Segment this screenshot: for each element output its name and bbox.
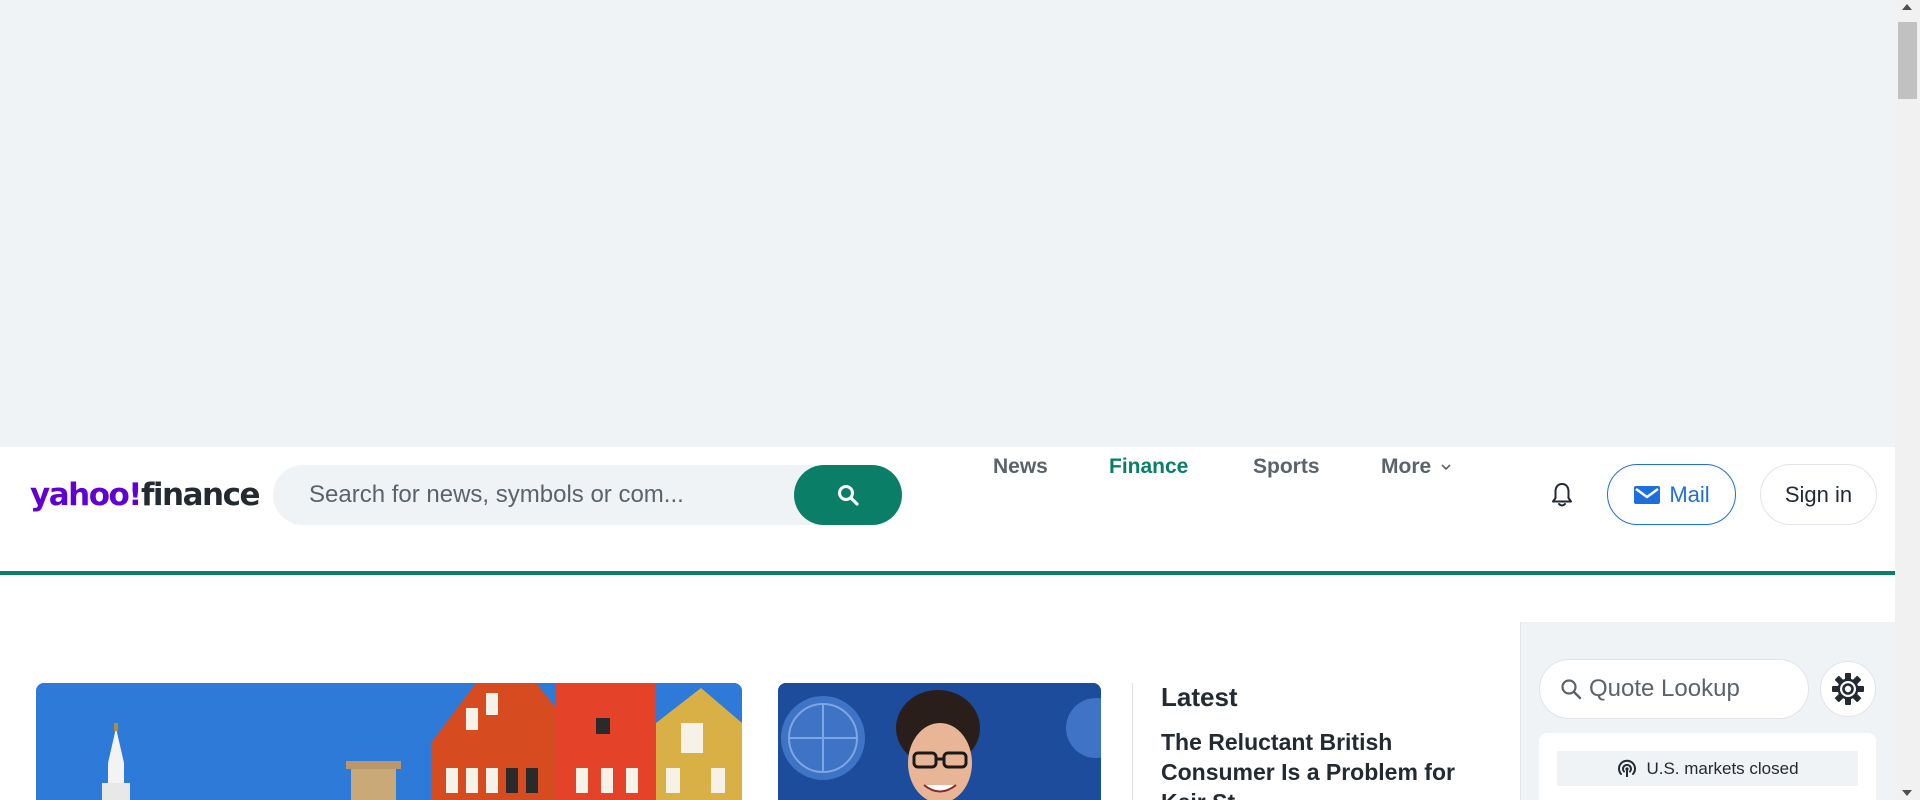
chevron-down-icon bbox=[1441, 464, 1451, 471]
scroll-down-arrow[interactable] bbox=[1902, 790, 1912, 796]
nav-sports[interactable]: Sports bbox=[1253, 447, 1320, 487]
site-header: yahoo!finance News Finance Sports More M… bbox=[0, 447, 1895, 542]
hero-story-image[interactable] bbox=[36, 683, 742, 800]
yahoo-finance-logo[interactable]: yahoo!finance bbox=[30, 476, 261, 514]
story-photo-portrait bbox=[778, 683, 1101, 800]
broadcast-icon bbox=[1618, 759, 1637, 777]
gear-icon bbox=[1832, 673, 1864, 705]
market-status-banner: U.S. markets closed bbox=[1557, 751, 1858, 786]
sign-in-label: Sign in bbox=[1784, 481, 1853, 507]
nav-finance[interactable]: Finance bbox=[1109, 447, 1188, 487]
quote-lookup-input[interactable] bbox=[1540, 660, 1808, 718]
scrollbar-thumb[interactable] bbox=[1898, 22, 1917, 99]
market-status-text: U.S. markets closed bbox=[1646, 758, 1799, 778]
nav-more-label: More bbox=[1381, 455, 1432, 478]
nav-news[interactable]: News bbox=[993, 447, 1048, 487]
column-divider bbox=[1132, 683, 1133, 800]
search-box bbox=[273, 465, 902, 525]
logo-yahoo-text: yahoo! bbox=[30, 477, 142, 513]
header-divider bbox=[0, 571, 1895, 575]
search-button[interactable] bbox=[794, 465, 902, 525]
notifications-button[interactable] bbox=[1546, 477, 1578, 513]
search-icon bbox=[838, 485, 859, 506]
bell-icon bbox=[1552, 483, 1572, 507]
mail-button[interactable]: Mail bbox=[1607, 464, 1736, 525]
mail-icon bbox=[1634, 485, 1661, 504]
latest-story-link[interactable]: The Reluctant British Consumer Is a Prob… bbox=[1161, 727, 1481, 800]
logo-finance-text: finance bbox=[140, 477, 261, 513]
settings-button[interactable] bbox=[1820, 661, 1876, 717]
page-scrollbar[interactable] bbox=[1895, 0, 1920, 800]
story-photo-buildings bbox=[36, 683, 742, 800]
sign-in-button[interactable]: Sign in bbox=[1760, 464, 1877, 525]
latest-heading: Latest bbox=[1161, 682, 1238, 712]
secondary-story-image[interactable] bbox=[778, 683, 1101, 800]
quote-lookup-box bbox=[1539, 659, 1809, 719]
mail-label: Mail bbox=[1669, 481, 1710, 507]
scroll-up-arrow[interactable] bbox=[1902, 4, 1912, 10]
market-summary-card: U.S. markets closed bbox=[1539, 733, 1876, 800]
ad-region bbox=[0, 0, 1895, 447]
search-input[interactable] bbox=[273, 465, 793, 525]
nav-more[interactable]: More bbox=[1381, 447, 1452, 487]
